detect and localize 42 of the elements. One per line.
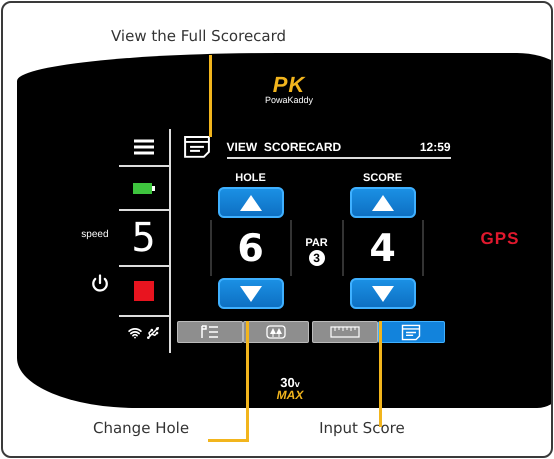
- gps-label: GPS: [480, 229, 520, 249]
- model-voltage: 30: [280, 377, 295, 389]
- speed-digit: 5: [132, 218, 156, 258]
- model-unit: v: [294, 380, 300, 389]
- counter-label: HOLE: [235, 171, 266, 185]
- clock-time: 12:59: [420, 140, 451, 154]
- increase-button[interactable]: [218, 187, 284, 218]
- counter-value: 6: [237, 226, 264, 270]
- par-value: 3: [308, 250, 325, 266]
- callout-label: Change Hole: [93, 419, 190, 437]
- stop-square-icon[interactable]: [134, 281, 154, 301]
- decrease-button[interactable]: [350, 278, 416, 309]
- battery-icon: [132, 182, 155, 194]
- par-label: PAR: [305, 236, 328, 250]
- up-arrow-icon: [240, 194, 262, 210]
- increase-button[interactable]: [350, 187, 416, 218]
- power-icon: [90, 274, 109, 292]
- ruler-icon: [330, 326, 360, 338]
- usb-icon: [146, 326, 160, 340]
- down-arrow-icon: [372, 286, 394, 302]
- screen-title: VIEW SCORECARD: [226, 140, 342, 154]
- down-arrow-icon: [240, 286, 262, 302]
- callout-label: Input Score: [319, 419, 405, 437]
- wifi-icon: [128, 326, 142, 340]
- counter-value: 4: [369, 226, 396, 270]
- scorecard-icon: [182, 135, 211, 159]
- speed-label: speed: [81, 229, 109, 240]
- brand-logo-mark: PK: [272, 75, 306, 95]
- up-arrow-icon: [372, 194, 394, 210]
- screen-tab[interactable]: [176, 321, 243, 343]
- screen-tab[interactable]: [242, 321, 310, 343]
- menu-icon[interactable]: [134, 139, 154, 155]
- model-name: MAX: [276, 389, 304, 401]
- counter-label: SCORE: [362, 171, 402, 185]
- trees-icon: [266, 325, 286, 339]
- brand-name: PowaKaddy: [264, 95, 314, 105]
- scorecard-icon: [401, 324, 422, 340]
- callout-label: View the Full Scorecard: [111, 27, 286, 47]
- screen-tab[interactable]: [312, 321, 378, 343]
- screen-tab[interactable]: [378, 321, 445, 343]
- flag-list-icon: [200, 325, 220, 339]
- decrease-button[interactable]: [218, 278, 284, 309]
